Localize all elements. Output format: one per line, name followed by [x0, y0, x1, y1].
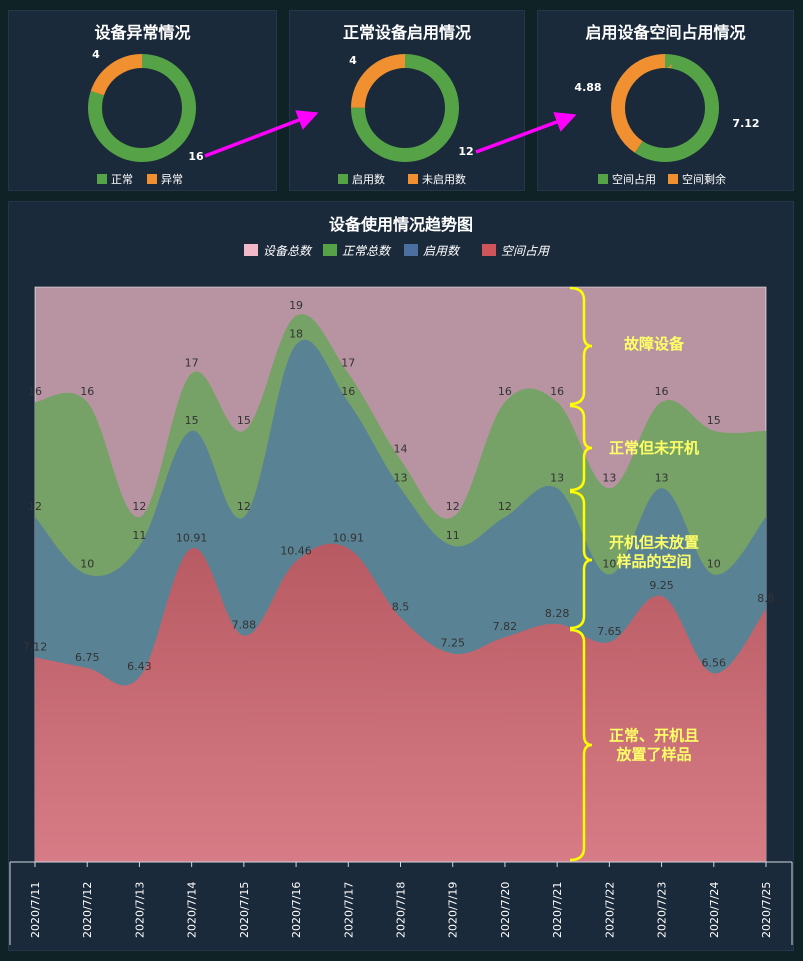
- data-label-正常总数: 15: [707, 414, 721, 427]
- data-label-正常总数: 16: [550, 385, 564, 398]
- data-label-空间占用: 8.8: [757, 592, 775, 605]
- donut-1: 16 正常 4 异常: [88, 48, 204, 186]
- data-label-正常总数: 13: [602, 471, 616, 484]
- legend-label: 未启用数: [422, 173, 466, 186]
- x-tick-label: 2020/7/23: [656, 882, 669, 938]
- data-label-启用数: 18: [289, 328, 303, 341]
- legend-label: 启用数: [352, 173, 385, 186]
- legend-swatch-空间占用: [482, 244, 496, 256]
- annotation-text: 开机但未放置: [609, 534, 699, 552]
- data-label-正常总数: 15: [237, 414, 251, 427]
- data-label-正常总数: 16: [655, 385, 669, 398]
- data-label-正常总数: 16: [28, 385, 42, 398]
- data-label-正常总数: 17: [185, 356, 199, 369]
- legend-swatch: [147, 174, 157, 184]
- data-label-启用数: 10: [80, 558, 94, 571]
- data-label-启用数: 13: [394, 471, 408, 484]
- annotation-text: 正常、开机且: [609, 727, 699, 745]
- x-tick-label: 2020/7/20: [499, 882, 512, 938]
- donut-value-label: 16: [188, 150, 204, 163]
- data-label-启用数: 16: [341, 385, 355, 398]
- chart-canvas: 16正常4异常12启用数4未启用数7.12空间占用4.88空间剩余16 16121…: [9, 48, 793, 945]
- data-label-启用数: 13: [550, 471, 564, 484]
- donut-value-label: 12: [458, 145, 473, 158]
- legend-swatch: [338, 174, 348, 184]
- legend-label: 空间剩余: [682, 172, 726, 186]
- annotation-text: 故障设备: [624, 335, 685, 353]
- flow-arrow-1: [204, 110, 319, 158]
- x-tick-label: 2020/7/17: [342, 882, 355, 938]
- data-label-空间占用: 6.75: [75, 651, 100, 664]
- legend-swatch-启用数: [404, 244, 418, 256]
- data-label-启用数: 11: [446, 529, 460, 542]
- data-label-启用数: 12: [237, 500, 251, 513]
- data-label-正常总数: 16: [498, 385, 512, 398]
- x-tick-label: 2020/7/22: [603, 882, 616, 938]
- x-tick-label: 2020/7/13: [133, 882, 146, 938]
- donut-2: 12 启用数 4 未启用数: [338, 54, 474, 186]
- legend-swatch: [598, 174, 608, 184]
- data-label-启用数: 15: [185, 414, 199, 427]
- legend-label: 正常: [111, 173, 133, 186]
- donut-value-label: 7.12: [732, 117, 759, 130]
- legend-label-空间占用: 空间占用: [501, 244, 550, 258]
- donut-value-label: 4: [92, 48, 100, 61]
- data-label-启用数: 12: [28, 500, 42, 513]
- trend-legend: 设备总数 正常总数 启用数 空间占用: [244, 244, 550, 258]
- donut-3: 7.12 空间占用 4.88 空间剩余: [574, 54, 760, 186]
- legend-label-正常总数: 正常总数: [342, 244, 392, 258]
- legend-label: 异常: [161, 173, 183, 186]
- data-label-正常总数: 14: [394, 443, 408, 456]
- data-label-空间占用: 7.12: [23, 640, 48, 653]
- x-tick-label: 2020/7/15: [238, 882, 251, 938]
- data-label-空间占用: 7.82: [493, 620, 518, 633]
- data-label-空间占用: 9.25: [649, 579, 674, 592]
- x-axis: 2020/7/11 2020/7/12 2020/7/13 2020/7/14 2020…: [9, 861, 793, 945]
- legend-label: 空间占用: [612, 172, 656, 186]
- legend-label-设备总数: 设备总数: [263, 244, 313, 258]
- legend-swatch: [97, 174, 107, 184]
- data-label-空间占用: 7.65: [597, 625, 622, 638]
- data-label-空间占用: 7.88: [232, 618, 257, 631]
- legend-swatch-正常总数: [323, 244, 337, 256]
- data-label-正常总数: 12: [132, 500, 146, 513]
- data-label-正常总数: 12: [446, 500, 460, 513]
- annotation-text: 正常但未开机: [609, 439, 699, 457]
- data-label-正常总数: 16: [80, 385, 94, 398]
- data-label-空间占用: 10.46: [280, 544, 312, 557]
- x-tick-label: 2020/7/24: [708, 882, 721, 938]
- data-label-启用数: 10: [707, 558, 721, 571]
- x-tick-label: 2020/7/25: [760, 882, 773, 938]
- flow-arrow-2: [475, 112, 577, 154]
- donut-value-label: 4: [349, 54, 357, 67]
- data-label-正常总数: 17: [341, 356, 355, 369]
- legend-swatch: [668, 174, 678, 184]
- legend-label-启用数: 启用数: [423, 244, 461, 258]
- x-tick-label: 2020/7/12: [81, 882, 94, 938]
- data-label-启用数: 12: [498, 500, 512, 513]
- x-tick-label: 2020/7/18: [395, 882, 408, 938]
- x-tick-label: 2020/7/14: [186, 882, 199, 938]
- data-label-空间占用: 7.25: [440, 637, 465, 650]
- data-label-启用数: 13: [655, 471, 669, 484]
- x-tick-label: 2020/7/16: [290, 882, 303, 938]
- legend-swatch-设备总数: [244, 244, 258, 256]
- data-label-空间占用: 8.28: [545, 607, 570, 620]
- data-label-空间占用: 8.5: [392, 601, 410, 614]
- data-label-启用数: 11: [132, 529, 146, 542]
- legend-swatch: [408, 174, 418, 184]
- annotation-text: 样品的空间: [616, 553, 691, 571]
- x-tick-label: 2020/7/19: [447, 882, 460, 938]
- data-label-启用数: 10: [602, 558, 616, 571]
- annotation-text: 放置了样品: [615, 746, 691, 764]
- data-label-空间占用: 10.91: [333, 531, 365, 544]
- data-label-空间占用: 6.43: [127, 660, 152, 673]
- x-tick-label: 2020/7/21: [551, 882, 564, 938]
- data-label-空间占用: 6.56: [702, 656, 727, 669]
- data-label-空间占用: 10.91: [176, 531, 208, 544]
- x-tick-label: 2020/7/11: [29, 882, 42, 938]
- trend-chart: 16 16 12 17 15 19 17 14 12 16 16 13 16 15 12 10 11 15 12 18…: [23, 286, 775, 863]
- donut-value-label: 4.88: [574, 81, 601, 94]
- data-label-正常总数: 19: [289, 299, 303, 312]
